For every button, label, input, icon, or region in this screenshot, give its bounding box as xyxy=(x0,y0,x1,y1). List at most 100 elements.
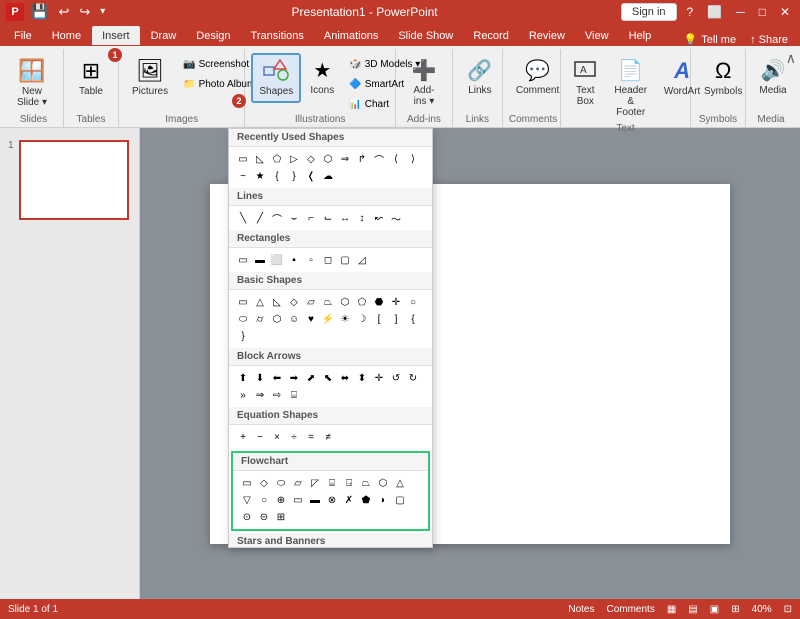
flow-connector[interactable]: ○ xyxy=(256,492,272,508)
slideshow-button[interactable]: ⊞ xyxy=(731,604,739,615)
eq-divide[interactable]: ÷ xyxy=(286,429,302,445)
shape-wave[interactable]: ~ xyxy=(235,168,251,184)
rect-4[interactable]: ▪ xyxy=(286,252,302,268)
flow-manual-op[interactable]: ⏢ xyxy=(358,475,374,491)
arrow-nw[interactable]: ⬉ xyxy=(320,370,336,386)
eq-equals[interactable]: = xyxy=(303,429,319,445)
flow-direct-access[interactable]: ⊝ xyxy=(256,509,272,525)
basic-brace-r[interactable]: } xyxy=(235,328,251,344)
line-angle[interactable]: ⌐ xyxy=(303,210,319,226)
arrow-curved-r[interactable]: ↻ xyxy=(405,370,421,386)
tab-review[interactable]: Review xyxy=(519,26,575,46)
tab-slideshow[interactable]: Slide Show xyxy=(388,26,463,46)
shape-arrow-right[interactable]: ▷ xyxy=(286,151,302,167)
basic-oval[interactable]: ⬭ xyxy=(235,311,251,327)
normal-view-button[interactable]: ▦ xyxy=(667,604,676,615)
eq-multiply[interactable]: × xyxy=(269,429,285,445)
arrow-chevron[interactable]: » xyxy=(235,387,251,403)
eq-plus[interactable]: + xyxy=(235,429,251,445)
tab-insert[interactable]: Insert xyxy=(91,25,141,46)
basic-hex[interactable]: ⬡ xyxy=(337,294,353,310)
basic-trapezoid[interactable]: ⏢ xyxy=(320,294,336,310)
basic-oct[interactable]: ⬣ xyxy=(371,294,387,310)
slide-1-thumbnail[interactable] xyxy=(19,140,129,220)
comments-button[interactable]: Comments xyxy=(606,604,654,615)
line-arc[interactable]: ⌒ xyxy=(269,210,285,226)
line-straight[interactable]: ╲ xyxy=(235,210,251,226)
tab-design[interactable]: Design xyxy=(186,26,240,46)
arrow-left[interactable]: ⬅ xyxy=(269,370,285,386)
rect-5[interactable]: ▫ xyxy=(303,252,319,268)
tab-transitions[interactable]: Transitions xyxy=(241,26,314,46)
flow-preparation[interactable]: ⬡ xyxy=(375,475,391,491)
new-slide-button[interactable]: 🪟 NewSlide ▾ xyxy=(10,53,54,113)
flow-sort[interactable]: ✗ xyxy=(341,492,357,508)
shape-bracket[interactable]: ⟩ xyxy=(405,151,421,167)
flow-document[interactable]: ⌸ xyxy=(324,475,340,491)
line-up-down[interactable]: ↕ xyxy=(354,210,370,226)
arrow-pentagon[interactable]: ⌸ xyxy=(286,387,302,403)
undo-button[interactable]: ↩ xyxy=(55,2,72,22)
flow-magnetic-disk[interactable]: ⊙ xyxy=(239,509,255,525)
tab-view[interactable]: View xyxy=(575,26,619,46)
basic-circle[interactable]: ○ xyxy=(405,294,421,310)
basic-cross[interactable]: ✛ xyxy=(388,294,404,310)
basic-heart[interactable]: ♥ xyxy=(303,311,319,327)
shape-chevron[interactable]: ❬ xyxy=(303,168,319,184)
arrow-quad[interactable]: ✛ xyxy=(371,370,387,386)
shape-pentagon[interactable]: ⬠ xyxy=(269,151,285,167)
eq-minus[interactable]: − xyxy=(252,429,268,445)
maximize-button[interactable]: □ xyxy=(755,5,770,19)
shape-right-triangle[interactable]: ◺ xyxy=(252,151,268,167)
minimize-button[interactable]: ─ xyxy=(732,5,749,19)
basic-moon[interactable]: ☽ xyxy=(354,311,370,327)
basic-parallelogram[interactable]: ▱ xyxy=(303,294,319,310)
eq-notequal[interactable]: ≠ xyxy=(320,429,336,445)
slide-sorter-button[interactable]: ▤ xyxy=(688,604,697,615)
signin-button[interactable]: Sign in xyxy=(621,3,677,21)
basic-cube[interactable]: ⬡ xyxy=(269,311,285,327)
rect-2[interactable]: ▬ xyxy=(252,252,268,268)
shape-arc[interactable]: ⌒ xyxy=(371,151,387,167)
flow-decision[interactable]: ◇ xyxy=(256,475,272,491)
ribbon-display-button[interactable]: ⬜ xyxy=(703,5,726,19)
basic-rect[interactable]: ▭ xyxy=(235,294,251,310)
arrow-ne[interactable]: ⬈ xyxy=(303,370,319,386)
tab-help[interactable]: Help xyxy=(619,26,662,46)
flow-delay[interactable]: ◗ xyxy=(375,492,391,508)
flow-data[interactable]: ▱ xyxy=(290,475,306,491)
header-footer-button[interactable]: 📄 Header& Footer xyxy=(606,53,656,123)
rect-snip[interactable]: ◿ xyxy=(354,252,370,268)
shape-brace-r[interactable]: } xyxy=(286,168,302,184)
basic-cylinder[interactable]: ⌭ xyxy=(252,311,268,327)
flow-internal-storage[interactable]: ⊞ xyxy=(273,509,289,525)
arrow-lr[interactable]: ⬌ xyxy=(337,370,353,386)
arrow-notched[interactable]: ⇨ xyxy=(269,387,285,403)
line-wave[interactable]: 〜 xyxy=(388,210,404,226)
notes-button[interactable]: Notes xyxy=(568,604,594,615)
arrow-curved[interactable]: ↺ xyxy=(388,370,404,386)
tab-home[interactable]: Home xyxy=(42,26,91,46)
arrow-striped[interactable]: ⇒ xyxy=(252,387,268,403)
arrow-right2[interactable]: ➡ xyxy=(286,370,302,386)
shape-star[interactable]: ★ xyxy=(252,168,268,184)
basic-pent[interactable]: ⬠ xyxy=(354,294,370,310)
shape-brace-l[interactable]: { xyxy=(269,168,285,184)
icons-button[interactable]: ★ Icons xyxy=(303,53,341,101)
shape-curved-arrow[interactable]: ↱ xyxy=(354,151,370,167)
tab-animations[interactable]: Animations xyxy=(314,26,388,46)
shape-cloud[interactable]: ☁ xyxy=(320,168,336,184)
shape-connector[interactable]: ⟨ xyxy=(388,151,404,167)
shape-hexagon[interactable]: ⬡ xyxy=(320,151,336,167)
table-button[interactable]: ⊞ Table xyxy=(70,53,112,102)
flow-stored-data[interactable]: ◸ xyxy=(307,475,323,491)
rect-3[interactable]: ⬜ xyxy=(269,252,285,268)
line-curve[interactable]: ⌣ xyxy=(286,210,302,226)
flow-punch[interactable]: ▬ xyxy=(307,492,323,508)
flow-extract[interactable]: △ xyxy=(392,475,408,491)
rect-6[interactable]: ◻ xyxy=(320,252,336,268)
flow-multi-doc[interactable]: ⍈ xyxy=(341,475,357,491)
arrow-ud[interactable]: ⬍ xyxy=(354,370,370,386)
comment-button[interactable]: 💬 Comment xyxy=(509,53,566,101)
tell-me-box[interactable]: 💡 Tell me xyxy=(678,33,743,46)
